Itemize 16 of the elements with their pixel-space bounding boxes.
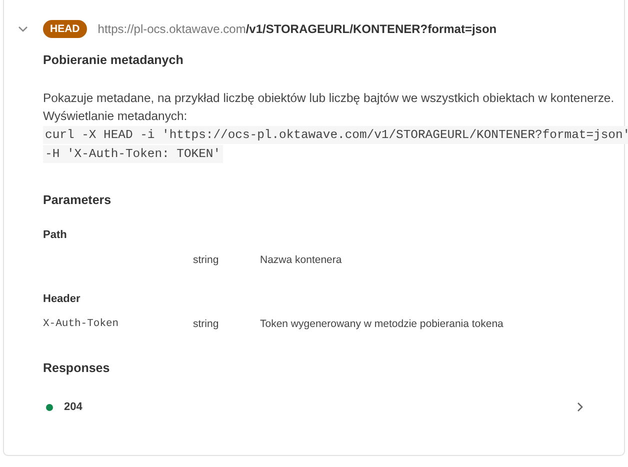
chevron-right-icon[interactable] bbox=[576, 402, 584, 412]
parameter-description: Token wygenerowany w metodzie pobierania tokena bbox=[260, 318, 504, 330]
parameter-type: string bbox=[193, 318, 220, 330]
status-code: 204 bbox=[64, 401, 82, 413]
group-heading: Path bbox=[43, 229, 68, 241]
section-title: Pobieranie metadanych bbox=[43, 53, 184, 67]
parameter-type: string bbox=[193, 254, 220, 266]
parameter-description: Nazwa kontenera bbox=[260, 254, 343, 266]
endpoint-url: https://pl-ocs.oktawave.com/v1/STORAGEURL/KONTENER?format=json bbox=[98, 22, 497, 36]
method-badge: HEAD bbox=[43, 20, 87, 38]
group-heading: Header bbox=[43, 293, 82, 305]
section-heading: Responses bbox=[43, 361, 111, 375]
parameter-name: X-Auth-Token bbox=[43, 318, 120, 330]
description-text: Pokazuje metadane, na przykład liczbę obiektów lub liczbę bajtów we wszystkich obiektach w kontenerze. bbox=[43, 90, 616, 107]
section-heading: Parameters bbox=[43, 193, 112, 207]
description-text: Wyświetlanie metadanych: bbox=[43, 108, 188, 125]
